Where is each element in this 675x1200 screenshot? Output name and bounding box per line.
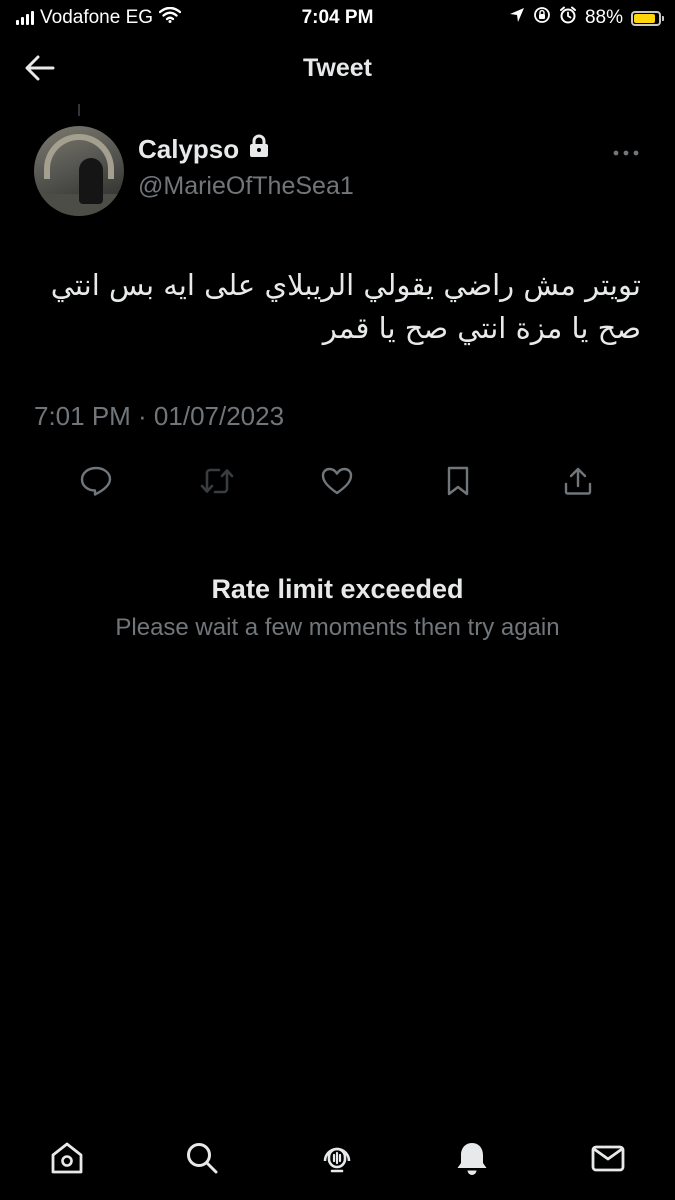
avatar[interactable] xyxy=(34,126,124,216)
tweet-text-line: صح يا مزة انتي صح يا قمر xyxy=(322,311,641,345)
lock-icon xyxy=(249,134,269,165)
header: Tweet xyxy=(0,36,675,102)
retweet-button[interactable] xyxy=(194,460,240,506)
search-icon xyxy=(184,1140,220,1181)
rate-limit-title: Rate limit exceeded xyxy=(211,574,464,604)
rate-limit-message: Please wait a few moments then try again xyxy=(115,614,560,641)
reply-icon xyxy=(80,466,112,501)
share-button[interactable] xyxy=(555,460,601,506)
retweet-icon xyxy=(199,467,235,500)
status-right: 88% xyxy=(509,6,664,30)
display-name[interactable]: Calypso xyxy=(138,134,269,165)
notifications-icon xyxy=(454,1140,490,1181)
tweet-actions xyxy=(0,460,675,506)
status-bar: Vodafone EG 7:04 PM 88% xyxy=(0,0,675,36)
user-handle[interactable]: @MarieOfTheSea1 xyxy=(138,172,354,201)
home-icon xyxy=(49,1140,85,1181)
bottom-nav xyxy=(0,1130,675,1190)
messages-icon xyxy=(590,1140,626,1181)
bookmark-button[interactable] xyxy=(435,460,481,506)
battery-percent: 88% xyxy=(584,7,623,28)
display-name-text: Calypso xyxy=(138,134,240,164)
battery-icon xyxy=(631,10,664,26)
like-icon xyxy=(321,467,353,500)
like-button[interactable] xyxy=(314,460,360,506)
page-title: Tweet xyxy=(303,54,372,82)
orientation-lock-icon xyxy=(533,6,551,30)
spaces-icon xyxy=(319,1140,355,1181)
nav-spaces[interactable] xyxy=(315,1138,359,1182)
tweet-text-line: تويتر مش راضي يقولي الريبلاي على ايه بس … xyxy=(50,268,641,302)
thread-line xyxy=(78,104,80,116)
tweet-timestamp[interactable]: 7:01 PM · 01/07/2023 xyxy=(34,401,284,432)
bookmark-icon xyxy=(446,466,470,501)
reply-button[interactable] xyxy=(73,460,119,506)
nav-notifications[interactable] xyxy=(450,1138,494,1182)
nav-messages[interactable] xyxy=(586,1138,630,1182)
more-options-button[interactable] xyxy=(611,140,641,164)
alarm-icon xyxy=(559,6,577,30)
battery-fill xyxy=(634,13,655,23)
tweet-text: تويتر مش راضي يقولي الريبلاي على ايه بس … xyxy=(34,264,641,350)
nav-search[interactable] xyxy=(180,1138,224,1182)
more-icon xyxy=(613,143,639,161)
share-icon xyxy=(563,466,593,501)
nav-home[interactable] xyxy=(45,1138,89,1182)
location-icon xyxy=(509,7,525,29)
